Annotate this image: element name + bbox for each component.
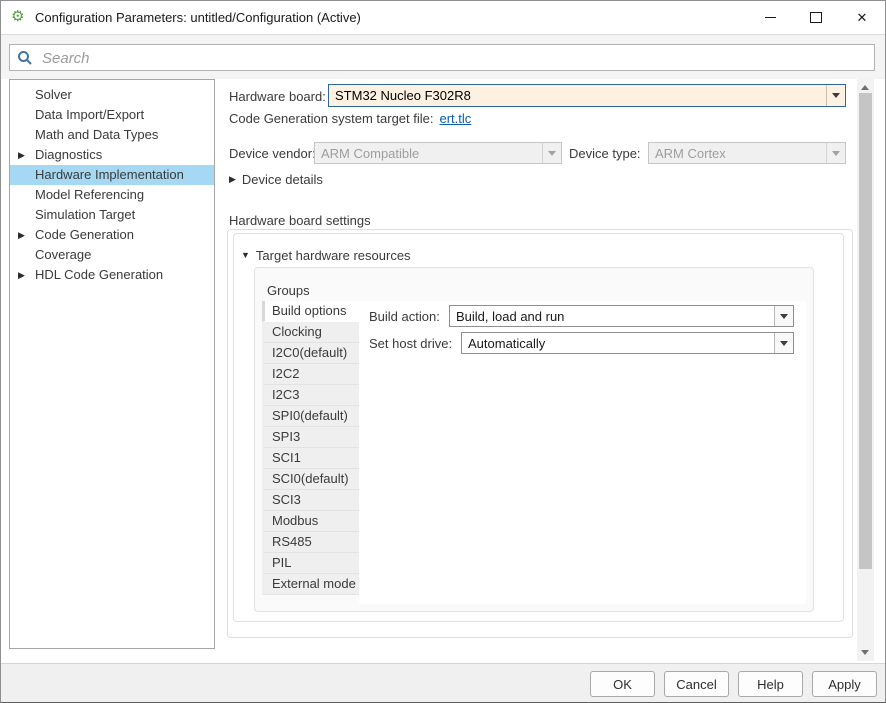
group-tab-sci0[interactable]: SCI0(default) [262,469,359,490]
collapse-arrow-icon: ▼ [241,245,250,265]
sidebar-item-simulation-target[interactable]: Simulation Target [10,205,214,225]
sidebar-item-label: Hardware Implementation [35,167,184,182]
sidebar-item-label: Diagnostics [35,147,102,162]
search-input[interactable] [40,46,864,71]
scroll-down-icon[interactable] [861,650,869,655]
sidebar-item-math-and-data-types[interactable]: Math and Data Types [10,125,214,145]
minimize-icon [765,17,776,18]
sidebar-item-code-generation[interactable]: ▶ Code Generation [10,225,214,245]
hardware-board-select[interactable]: STM32 Nucleo F302R8 [328,84,846,107]
sidebar-item-hardware-implementation[interactable]: Hardware Implementation [10,165,214,185]
sidebar-item-model-referencing[interactable]: Model Referencing [10,185,214,205]
device-details-expander[interactable]: ▶ Device details [229,169,323,189]
category-tree: Solver Data Import/Export Math and Data … [9,79,215,649]
group-tab-sci3[interactable]: SCI3 [262,490,359,511]
sidebar-item-label: Code Generation [35,227,134,242]
sidebar-item-diagnostics[interactable]: ▶ Diagnostics [10,145,214,165]
minimize-button[interactable] [747,1,793,34]
chevron-down-icon[interactable] [774,306,793,326]
maximize-button[interactable] [793,1,839,34]
group-tab-spi3[interactable]: SPI3 [262,427,359,448]
target-hardware-resources-expander[interactable]: ▼ Target hardware resources [241,245,411,265]
sidebar-item-coverage[interactable]: Coverage [10,245,214,265]
sidebar-item-label: Solver [35,87,72,102]
chevron-down-icon[interactable] [826,85,845,106]
sidebar-item-label: Data Import/Export [35,107,144,122]
set-host-drive-value: Automatically [462,336,774,351]
title-bar: ⚙ Configuration Parameters: untitled/Con… [1,1,885,34]
device-vendor-label: Device vendor: [229,146,316,161]
maximize-icon [810,12,822,23]
search-icon [17,50,33,71]
sidebar-item-data-import-export[interactable]: Data Import/Export [10,105,214,125]
target-file-label: Code Generation system target file: [229,111,434,126]
group-tab-build-options[interactable]: Build options [262,301,359,322]
target-file-link[interactable]: ert.tlc [440,111,472,126]
button-bar: OK Cancel Help Apply [1,663,885,702]
expand-arrow-icon: ▶ [229,169,236,189]
help-button[interactable]: Help [738,671,803,697]
sidebar-item-label: Simulation Target [35,207,135,222]
group-tab-i2c0[interactable]: I2C0(default) [262,343,359,364]
close-icon: ✕ [857,11,868,24]
sidebar-item-label: Coverage [35,247,91,262]
groups-tab-list: Build options Clocking I2C0(default) I2C… [262,301,359,595]
set-host-drive-select[interactable]: Automatically [461,332,794,354]
build-action-label: Build action: [369,309,440,324]
group-tab-clocking[interactable]: Clocking [262,322,359,343]
scrollbar-thumb[interactable] [859,93,872,569]
device-vendor-select: ARM Compatible [314,142,562,164]
sidebar-item-solver[interactable]: Solver [10,85,214,105]
target-file-row: Code Generation system target file: ert.… [229,108,471,128]
device-vendor-value: ARM Compatible [315,146,542,161]
group-tab-pil[interactable]: PIL [262,553,359,574]
ok-button[interactable]: OK [590,671,655,697]
board-settings-title: Hardware board settings [229,213,371,228]
hardware-board-value: STM32 Nucleo F302R8 [329,88,826,103]
hardware-board-label: Hardware board: [229,89,326,104]
device-details-label: Device details [242,172,323,187]
vertical-scrollbar[interactable] [857,79,874,661]
sidebar-item-label: Model Referencing [35,187,144,202]
set-host-drive-label: Set host drive: [369,336,452,351]
group-tab-rs485[interactable]: RS485 [262,532,359,553]
group-tab-modbus[interactable]: Modbus [262,511,359,532]
sidebar-item-label: Math and Data Types [35,127,158,142]
build-action-select[interactable]: Build, load and run [449,305,794,327]
gear-icon: ⚙ [11,9,24,25]
group-tab-sci1[interactable]: SCI1 [262,448,359,469]
groups-label: Groups [267,283,310,298]
group-tab-spi0[interactable]: SPI0(default) [262,406,359,427]
device-type-value: ARM Cortex [649,146,826,161]
window-controls: ✕ [747,1,885,34]
cancel-button[interactable]: Cancel [664,671,729,697]
chevron-down-icon [542,143,561,163]
chevron-down-icon[interactable] [774,333,793,353]
sidebar-item-hdl-code-generation[interactable]: ▶ HDL Code Generation [10,265,214,285]
group-tab-i2c2[interactable]: I2C2 [262,364,359,385]
configuration-parameters-dialog: ⚙ Configuration Parameters: untitled/Con… [0,0,886,703]
chevron-down-icon [826,143,845,163]
device-type-label: Device type: [569,146,641,161]
group-tab-i2c3[interactable]: I2C3 [262,385,359,406]
target-hardware-resources-title: Target hardware resources [256,248,411,263]
window-title: Configuration Parameters: untitled/Confi… [35,1,361,34]
sidebar-item-label: HDL Code Generation [35,267,163,282]
close-button[interactable]: ✕ [839,1,885,34]
expand-arrow-icon[interactable]: ▶ [18,145,30,165]
expand-arrow-icon[interactable]: ▶ [18,225,30,245]
search-box [9,44,875,71]
scroll-up-icon[interactable] [861,85,869,90]
group-tab-external-mode[interactable]: External mode [262,574,359,595]
build-action-value: Build, load and run [450,309,774,324]
expand-arrow-icon[interactable]: ▶ [18,265,30,285]
apply-button[interactable]: Apply [812,671,877,697]
search-toolbar [1,34,885,79]
device-type-select: ARM Cortex [648,142,846,164]
